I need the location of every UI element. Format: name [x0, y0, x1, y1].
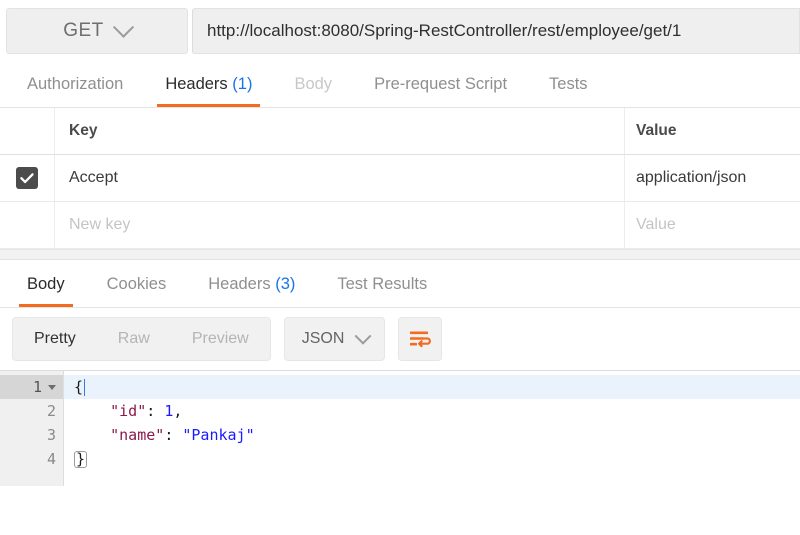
response-tab-cookies-label: Cookies — [106, 275, 167, 293]
response-tab-bar: Body Cookies Headers (3) Test Results — [0, 260, 800, 308]
format-mode-group: Pretty Raw Preview — [12, 317, 271, 361]
line-number-row: 1 — [0, 375, 63, 399]
http-method-selector[interactable]: GET — [6, 8, 188, 54]
line-number: 2 — [46, 402, 56, 420]
request-tab-bar: Authorization Headers (1) Body Pre-reque… — [0, 60, 800, 108]
line-number: 4 — [46, 450, 56, 468]
chevron-down-icon — [354, 327, 372, 345]
tab-body[interactable]: Body — [273, 75, 353, 107]
response-tab-body[interactable]: Body — [6, 275, 86, 307]
format-mode-preview-label: Preview — [191, 330, 249, 347]
new-header-checkbox-cell — [0, 202, 55, 248]
tab-headers-count: (1) — [232, 75, 253, 93]
url-input[interactable]: http://localhost:8080/Spring-RestControl… — [192, 8, 800, 54]
code-line: { — [64, 375, 800, 399]
response-body-editor[interactable]: 1 2 3 4 { "id": 1, "name": "Pankaj" } — [0, 370, 800, 486]
format-mode-preview[interactable]: Preview — [171, 318, 270, 360]
format-mode-pretty[interactable]: Pretty — [13, 318, 97, 360]
line-number-row: 3 — [0, 423, 63, 447]
tab-pre-request-script-label: Pre-request Script — [374, 75, 508, 93]
line-number-row: 4 — [0, 447, 63, 471]
code-line: "name": "Pankaj" — [64, 423, 800, 447]
column-header-key: Key — [69, 122, 98, 139]
tab-tests-label: Tests — [549, 75, 588, 93]
response-tab-headers-count: (3) — [275, 275, 296, 293]
line-number: 3 — [46, 426, 56, 444]
word-wrap-button[interactable] — [398, 317, 443, 361]
header-key-value: Accept — [69, 169, 118, 186]
tab-headers-label: Headers — [165, 75, 228, 93]
tab-tests[interactable]: Tests — [528, 75, 609, 107]
format-mode-pretty-label: Pretty — [34, 330, 76, 347]
json-colon: : — [164, 426, 183, 444]
text-caret — [84, 378, 86, 396]
request-url-bar: GET http://localhost:8080/Spring-RestCon… — [0, 0, 800, 60]
response-format-toolbar: Pretty Raw Preview JSON — [0, 308, 800, 370]
response-language-selector[interactable]: JSON — [283, 317, 386, 361]
header-value-cell[interactable]: application/json — [625, 155, 800, 201]
json-value-name: "Pankaj" — [182, 426, 255, 444]
check-icon — [20, 172, 34, 183]
http-method-label: GET — [63, 20, 104, 41]
editor-code-area[interactable]: { "id": 1, "name": "Pankaj" } — [64, 371, 800, 486]
json-colon: : — [146, 402, 165, 420]
word-wrap-icon — [410, 331, 432, 348]
response-tab-test-results-label: Test Results — [337, 275, 428, 293]
response-tab-headers[interactable]: Headers (3) — [187, 275, 316, 307]
json-key-name: "name" — [110, 426, 165, 444]
code-line: "id": 1, — [64, 399, 800, 423]
editor-line-number-gutter: 1 2 3 4 — [0, 371, 64, 486]
format-mode-raw[interactable]: Raw — [97, 318, 171, 360]
header-value-value: application/json — [636, 169, 747, 186]
fold-triangle-icon[interactable] — [48, 384, 56, 390]
line-number-row: 2 — [0, 399, 63, 423]
table-row: Accept application/json — [0, 155, 800, 202]
tab-body-label: Body — [294, 75, 333, 93]
new-header-value-input[interactable]: Value — [625, 202, 800, 248]
response-language-label: JSON — [301, 330, 345, 347]
header-key-column: Key — [55, 108, 625, 154]
response-tab-body-label: Body — [27, 275, 65, 293]
header-key-cell[interactable]: Accept — [55, 155, 625, 201]
json-comma: , — [173, 402, 183, 420]
response-tab-test-results[interactable]: Test Results — [316, 275, 448, 307]
new-header-key-input[interactable]: New key — [55, 202, 625, 248]
header-select-column — [0, 108, 55, 154]
code-line: } — [64, 447, 800, 471]
new-header-value-placeholder: Value — [636, 216, 676, 233]
headers-table: Key Value Accept application/json New ke… — [0, 108, 800, 249]
line-number: 1 — [32, 378, 42, 396]
tab-pre-request-script[interactable]: Pre-request Script — [353, 75, 528, 107]
json-key-id: "id" — [110, 402, 147, 420]
column-header-value: Value — [636, 122, 677, 139]
chevron-down-icon — [112, 16, 134, 38]
response-tab-cookies[interactable]: Cookies — [86, 275, 188, 307]
table-row-new: New key Value — [0, 202, 800, 249]
json-value-id: 1 — [164, 402, 174, 420]
section-divider — [0, 249, 800, 260]
tab-authorization-label: Authorization — [27, 75, 124, 93]
header-enabled-checkbox[interactable] — [16, 167, 38, 189]
header-value-column: Value — [625, 108, 800, 154]
json-close-brace: } — [74, 449, 88, 468]
header-row-checkbox-cell — [0, 155, 55, 201]
json-open-brace: { — [74, 378, 84, 396]
tab-authorization[interactable]: Authorization — [6, 75, 144, 107]
response-tab-headers-label: Headers — [208, 275, 271, 293]
new-header-key-placeholder: New key — [69, 216, 131, 233]
format-mode-raw-label: Raw — [117, 330, 150, 347]
headers-table-header-row: Key Value — [0, 108, 800, 155]
tab-headers[interactable]: Headers (1) — [144, 75, 273, 107]
